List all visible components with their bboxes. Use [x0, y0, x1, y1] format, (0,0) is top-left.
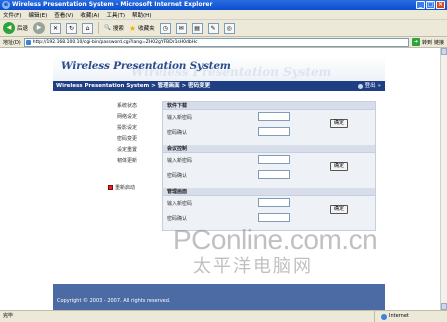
section-software-download: 软件下载 输入新密码 密码确认 确定 — [163, 102, 375, 145]
sidebar-item-network[interactable]: 网络设定 — [117, 113, 137, 120]
window-controls: _ □ × — [416, 1, 445, 9]
print-icon[interactable]: ▤ — [191, 22, 203, 34]
go-button[interactable]: ➜ 转到 链接 — [411, 38, 447, 46]
logout-label: 登出 — [364, 83, 376, 89]
logout-link[interactable]: 登出 » — [357, 81, 381, 91]
address-bar: 地址(D) http://192.168.100.10/cgi-bin/pass… — [0, 37, 447, 48]
chevron-right-icon: » — [377, 83, 381, 89]
messenger-icon[interactable]: ◎ — [223, 22, 235, 34]
back-button[interactable]: ◀ 后退 — [3, 22, 28, 34]
address-input[interactable]: http://192.168.100.10/cgi-bin/password.c… — [23, 37, 409, 47]
vertical-scrollbar[interactable] — [440, 48, 447, 310]
sidebar-item-projection[interactable]: 投影设定 — [117, 124, 137, 131]
minimize-button[interactable]: _ — [416, 1, 425, 9]
window-title: Wireless Presentation System - Microsoft… — [12, 1, 213, 8]
sidebar: 系统状态 网络设定 投影设定 密码变更 设定重置 韧体更新 重新启动 — [53, 91, 139, 276]
maximize-button[interactable]: □ — [426, 1, 435, 9]
favorites-button[interactable]: ★ 收藏夹 — [129, 24, 155, 33]
copyright-text: Copyright © 2003 - 2007. All rights rese… — [57, 298, 171, 304]
menu-tools[interactable]: 工具(T) — [106, 11, 125, 19]
confirm-password-label: 密码确认 — [167, 130, 188, 136]
back-label: 后退 — [17, 26, 29, 32]
menu-file[interactable]: 文件(F) — [3, 11, 21, 19]
browser-viewport: Wireless Presentation System Wireless Pr… — [0, 48, 440, 310]
search-label: 搜索 — [112, 26, 124, 32]
links-label[interactable]: 链接 — [434, 39, 444, 46]
stop-icon[interactable]: ✕ — [50, 22, 62, 34]
go-arrow-icon: ➜ — [411, 38, 420, 46]
new-password-label: 输入新密码 — [167, 115, 193, 121]
confirm-password-input[interactable] — [258, 127, 290, 136]
new-password-label: 输入新密码 — [167, 201, 193, 207]
globe-icon — [381, 313, 387, 320]
history-icon[interactable]: ◷ — [159, 22, 171, 34]
section-title: 会议控制 — [163, 145, 375, 153]
menu-bar: 文件(F) 编辑(E) 查看(V) 收藏(A) 工具(T) 帮助(H) — [0, 10, 447, 20]
search-button[interactable]: 🔍 搜索 — [104, 24, 124, 32]
confirm-password-label: 密码确认 — [167, 173, 188, 179]
sidebar-item-firmware[interactable]: 韧体更新 — [117, 157, 137, 164]
new-password-input[interactable] — [258, 155, 290, 164]
scroll-down-icon[interactable] — [441, 303, 447, 310]
menu-view[interactable]: 查看(V) — [54, 11, 73, 19]
confirm-password-input[interactable] — [258, 170, 290, 179]
zone-label: Internet — [389, 313, 409, 319]
home-icon[interactable]: ⌂ — [82, 22, 94, 34]
go-label: 转到 — [421, 39, 432, 46]
page-footer: Copyright © 2003 - 2007. All rights rese… — [53, 284, 385, 310]
forward-arrow-icon: ▶ — [33, 22, 46, 34]
favorites-label: 收藏夹 — [138, 26, 155, 32]
back-arrow-icon: ◀ — [3, 22, 15, 34]
status-bar: 完毕 Internet — [0, 310, 447, 322]
section-meeting-control: 会议控制 输入新密码 密码确认 确定 — [163, 145, 375, 188]
sidebar-item-password[interactable]: 密码变更 — [117, 135, 137, 142]
search-icon: 🔍 — [104, 25, 111, 31]
logout-icon — [357, 83, 363, 89]
toolbar-separator — [98, 22, 100, 34]
star-icon: ★ — [128, 23, 137, 33]
close-button[interactable]: × — [436, 1, 445, 9]
confirm-password-label: 密码确认 — [167, 216, 188, 222]
confirm-button[interactable]: 确定 — [330, 205, 348, 214]
forward-button[interactable]: ▶ — [33, 22, 46, 34]
menu-help[interactable]: 帮助(H) — [132, 11, 151, 19]
brand-title: Wireless Presentation System — [61, 60, 231, 72]
new-password-input[interactable] — [258, 112, 290, 121]
breadcrumb: Wireless Presentation System > 管理画面 > 密码… — [56, 83, 211, 89]
security-zone: Internet — [374, 311, 409, 322]
refresh-icon[interactable]: ↻ — [66, 22, 78, 34]
menu-favorites[interactable]: 收藏(A) — [80, 11, 99, 19]
toolbar: ◀ 后退 ▶ ✕ ↻ ⌂ 🔍 搜索 ★ 收藏夹 ◷ ✉ ▤ ✎ ◎ — [0, 20, 447, 37]
new-password-input[interactable] — [258, 198, 290, 207]
window-titlebar: e Wireless Presentation System - Microso… — [0, 0, 447, 10]
menu-edit[interactable]: 编辑(E) — [28, 11, 47, 19]
address-label: 地址(D) — [3, 39, 21, 46]
watermark: PConline.com.cn 太平洋电脑网 — [173, 224, 378, 278]
confirm-button[interactable]: 确定 — [330, 119, 348, 128]
scroll-up-icon[interactable] — [441, 48, 447, 55]
confirm-button[interactable]: 确定 — [330, 162, 348, 171]
restart-label: 重新启动 — [115, 185, 136, 191]
section-title: 管理画面 — [163, 188, 375, 196]
sidebar-item-restart[interactable]: 重新启动 — [108, 184, 135, 191]
restart-icon — [108, 185, 113, 190]
confirm-password-input[interactable] — [258, 213, 290, 222]
sidebar-item-reset[interactable]: 设定重置 — [117, 146, 137, 153]
ie-logo-icon: e — [2, 1, 10, 9]
edit-icon[interactable]: ✎ — [207, 22, 219, 34]
mail-icon[interactable]: ✉ — [175, 22, 187, 34]
password-form: 软件下载 输入新密码 密码确认 确定 会议控制 输入新密码 密码确认 确定 管理… — [162, 101, 376, 231]
new-password-label: 输入新密码 — [167, 158, 193, 164]
status-text: 完毕 — [3, 313, 14, 319]
section-title: 软件下载 — [163, 102, 375, 110]
sidebar-item-system-status[interactable]: 系统状态 — [117, 102, 137, 109]
brand-header: Wireless Presentation System Wireless Pr… — [53, 56, 385, 81]
breadcrumb-bar: Wireless Presentation System > 管理画面 > 密码… — [53, 81, 385, 91]
